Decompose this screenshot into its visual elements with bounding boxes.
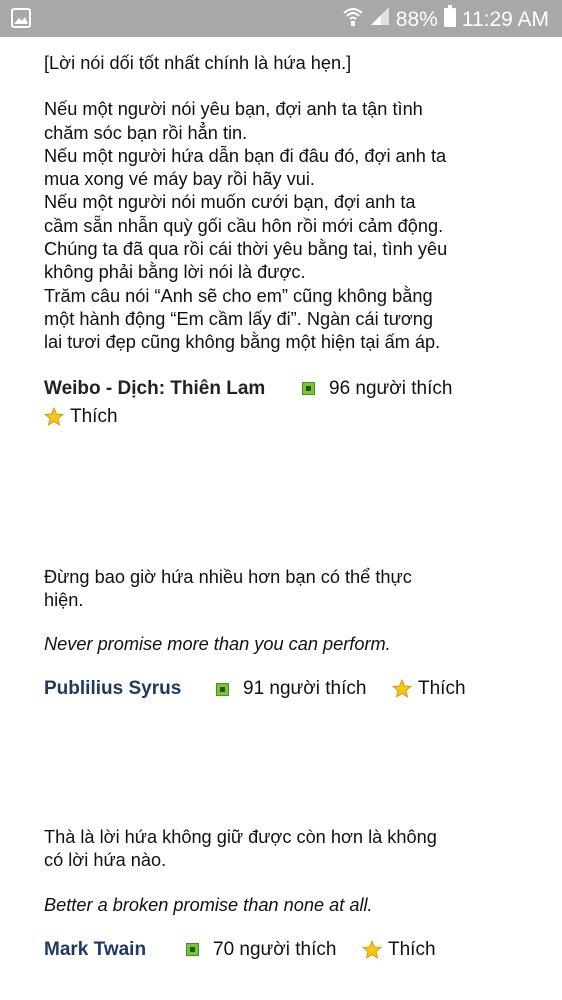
star-icon: [44, 406, 64, 426]
star-icon: [362, 939, 382, 959]
gallery-notification-icon: [11, 8, 31, 33]
clock: 11:29 AM: [461, 7, 549, 31]
quote-meta: Mark Twain 70 người thích Thích: [44, 939, 524, 967]
quote-english: Never promise more than you can perform.: [44, 634, 391, 655]
quotes-list: [Lời nói dối tốt nhất chính là hứa hẹn.]…: [44, 52, 524, 967]
like-button[interactable]: Thích: [44, 406, 118, 428]
like-count-icon: [216, 682, 229, 696]
like-count-icon: [302, 382, 315, 396]
quote-text: Đừng bao giờ hứa nhiều hơn bạn có thể th…: [44, 566, 412, 610]
status-bar: 88% 11:29 AM: [0, 0, 562, 37]
quote-meta: Weibo - Dịch: Thiên Lam 96 người thích: [44, 378, 524, 406]
like-count: 70 người thích: [186, 939, 336, 961]
quote-english: Better a broken promise than none at all…: [44, 894, 373, 915]
like-button[interactable]: Thích: [362, 939, 436, 961]
quote-item: Đừng bao giờ hứa nhiều hơn bạn có thể th…: [44, 566, 524, 707]
like-count-icon: [186, 943, 199, 957]
quote-author[interactable]: Mark Twain: [44, 939, 146, 961]
battery-percent: 88%: [395, 7, 438, 31]
quote-item: [Lời nói dối tốt nhất chính là hứa hẹn.]…: [44, 52, 524, 436]
quote-text: Thà là lời hứa không giữ được còn hơn là…: [44, 827, 437, 871]
quote-item: Thà là lời hứa không giữ được còn hơn là…: [44, 826, 524, 967]
quote-text: [Lời nói dối tốt nhất chính là hứa hẹn.]…: [44, 53, 448, 353]
quote-meta: Publilius Syrus 91 người thích Thích: [44, 678, 524, 706]
like-count: 96 người thích: [302, 378, 452, 400]
signal-icon: [370, 6, 390, 33]
wifi-calling-icon: [342, 5, 364, 34]
like-button[interactable]: Thích: [392, 678, 466, 700]
quote-author[interactable]: Publilius Syrus: [44, 678, 181, 700]
like-count: 91 người thích: [216, 678, 366, 700]
quote-author[interactable]: Weibo - Dịch: Thiên Lam: [44, 378, 265, 400]
battery-icon: [443, 5, 456, 34]
star-icon: [392, 679, 412, 699]
